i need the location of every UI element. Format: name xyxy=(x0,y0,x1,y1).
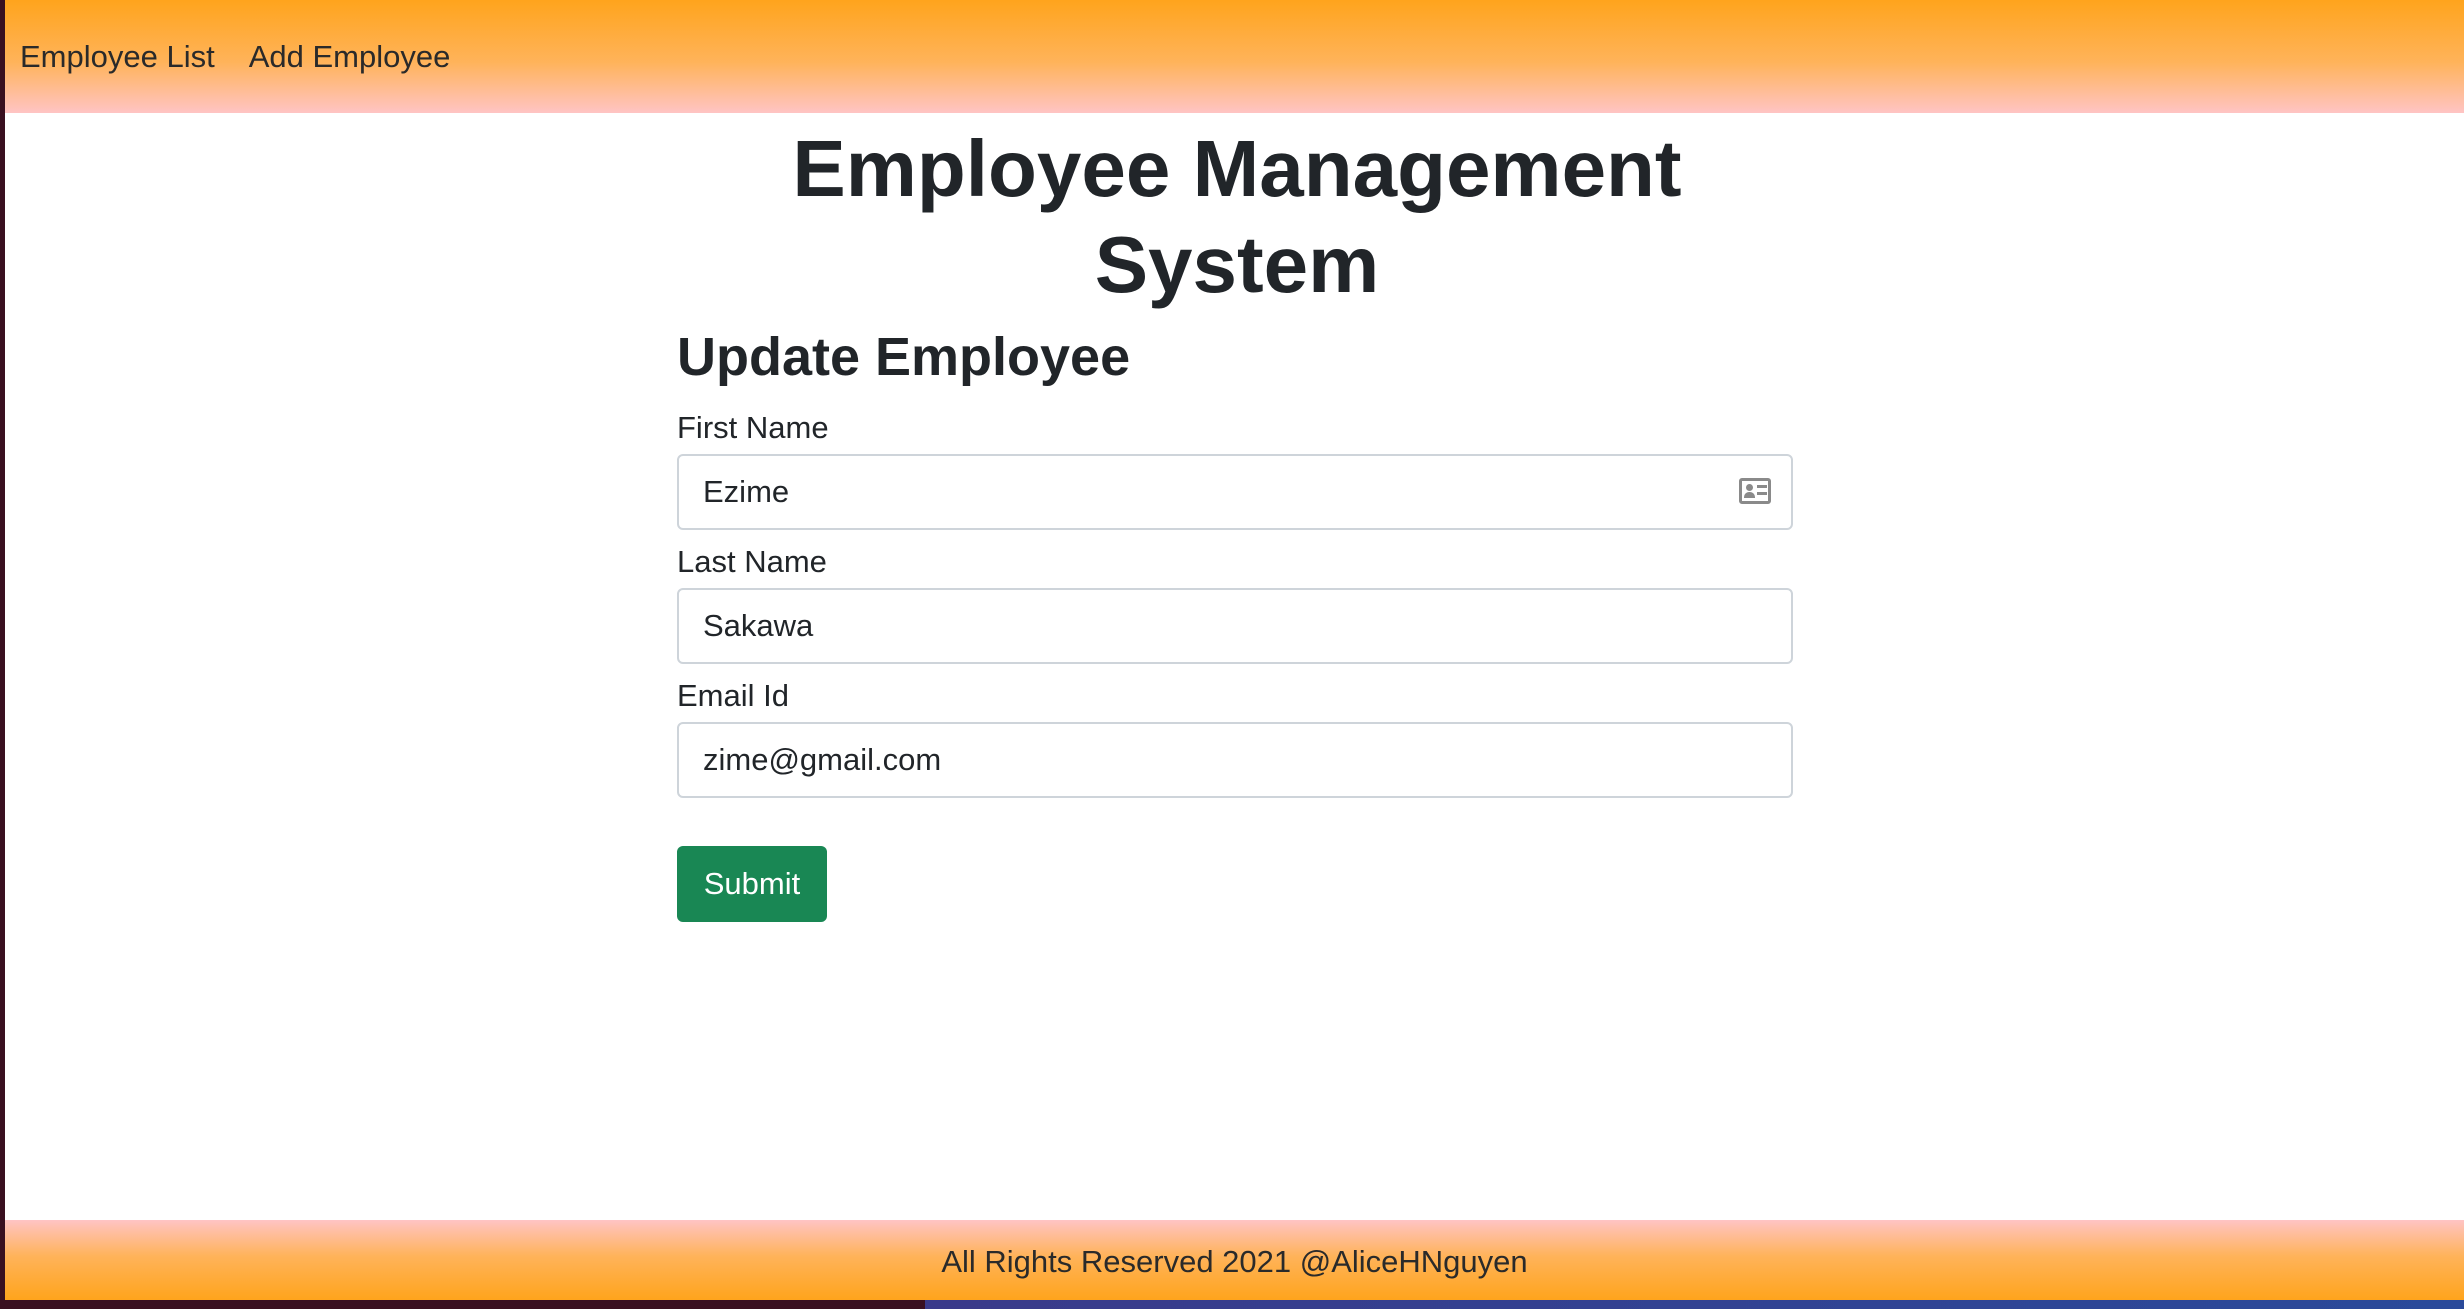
contact-card-icon[interactable] xyxy=(1739,477,1771,504)
email-field-wrapper xyxy=(677,721,1793,798)
last-name-field-wrapper xyxy=(677,587,1793,664)
first-name-input[interactable] xyxy=(677,453,1793,530)
browser-viewport: Employee List Add Employee Employee Mana… xyxy=(5,0,2464,1300)
top-navbar: Employee List Add Employee xyxy=(5,0,2464,113)
nav-employee-list-link[interactable]: Employee List xyxy=(20,39,215,75)
page-footer: All Rights Reserved 2021 @AliceHNguyen xyxy=(5,1220,2464,1300)
last-name-label: Last Name xyxy=(677,543,827,579)
submit-button[interactable]: Submit xyxy=(677,845,827,922)
main-content: Employee Management System Update Employ… xyxy=(677,113,1797,922)
email-input[interactable] xyxy=(677,721,1793,798)
update-employee-form: First Name Last Name Email Id Submit xyxy=(677,410,1797,922)
nav-add-employee-link[interactable]: Add Employee xyxy=(249,39,451,75)
last-name-input[interactable] xyxy=(677,587,1793,664)
app-title: Employee Management System xyxy=(792,124,1682,309)
first-name-label: First Name xyxy=(677,409,829,445)
os-menu-strip xyxy=(925,1300,2464,1309)
form-title: Update Employee xyxy=(677,327,1131,387)
footer-copyright: All Rights Reserved 2021 @AliceHNguyen xyxy=(941,1244,1528,1279)
first-name-field-wrapper xyxy=(677,453,1793,530)
email-label: Email Id xyxy=(677,677,789,713)
